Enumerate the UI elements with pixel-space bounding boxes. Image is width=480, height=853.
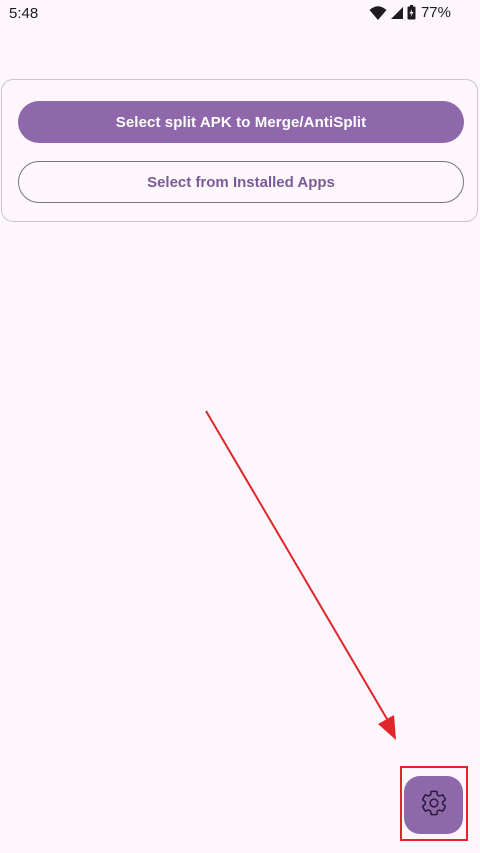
main-card: Select split APK to Merge/AntiSplit Sele… — [1, 79, 478, 222]
signal-icon — [390, 6, 404, 20]
battery-icon — [407, 5, 416, 20]
battery-percent: 77% — [420, 4, 451, 21]
status-time: 5:48 — [9, 5, 39, 22]
wifi-icon — [369, 5, 387, 21]
settings-fab[interactable] — [404, 776, 463, 834]
select-installed-apps-button[interactable]: Select from Installed Apps — [18, 161, 464, 203]
gear-icon — [420, 789, 448, 822]
status-bar: 5:48 77% — [0, 0, 480, 28]
status-icons: 77% — [369, 4, 451, 21]
select-split-apk-button[interactable]: Select split APK to Merge/AntiSplit — [18, 101, 464, 143]
